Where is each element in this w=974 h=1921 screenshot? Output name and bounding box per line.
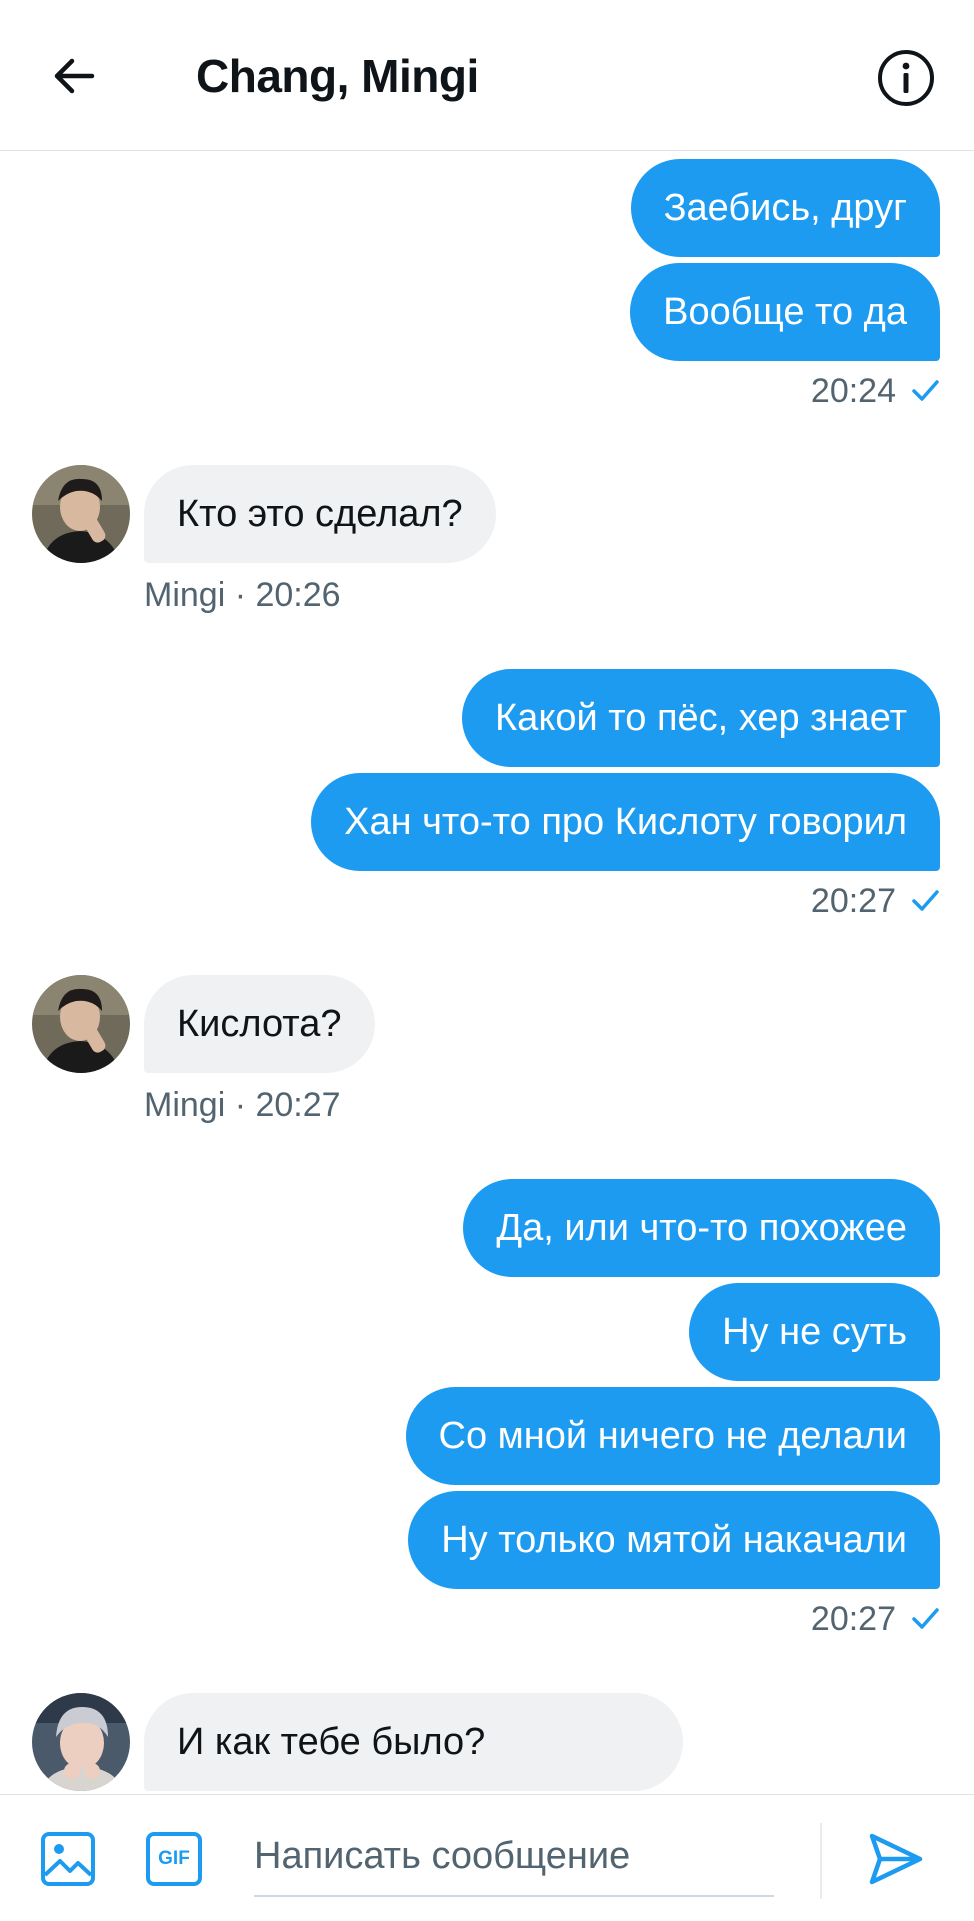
gif-label: GIF [158, 1848, 190, 1869]
image-icon [41, 1832, 95, 1886]
conversation-title[interactable]: Chang, Mingi [196, 48, 479, 104]
add-image-button[interactable] [38, 1829, 98, 1889]
timestamp-text: 20:27 [810, 1599, 896, 1638]
outgoing-message[interactable]: Какой то пёс, хер знает [462, 669, 940, 767]
incoming-message[interactable]: И как тебе было? [144, 1693, 683, 1791]
send-button[interactable] [866, 1829, 926, 1889]
composer-bar: GIF [0, 1794, 974, 1921]
message-list[interactable]: Заебись, друг Вообще то да 20:24 Кто это… [0, 151, 974, 1794]
divider [820, 1823, 822, 1899]
message-timestamp: 20:27 [811, 1595, 940, 1643]
arrow-left-icon [54, 58, 95, 94]
message-input[interactable] [254, 1817, 774, 1897]
timestamp-text: 20:24 [810, 371, 896, 410]
outgoing-message[interactable]: Ну только мятой накачали [408, 1491, 940, 1589]
check-icon [912, 890, 939, 911]
timestamp-text: 20:27 [810, 881, 896, 920]
add-gif-button[interactable]: GIF [144, 1829, 204, 1889]
avatar-image [32, 1693, 130, 1791]
send-icon [869, 1833, 923, 1885]
avatar-image [32, 975, 130, 1073]
outgoing-message[interactable]: Заебись, друг [630, 159, 940, 257]
back-button[interactable] [44, 46, 104, 106]
message-timestamp: 20:27 [811, 877, 940, 925]
avatar[interactable] [32, 975, 130, 1073]
outgoing-message[interactable]: Со мной ничего не делали [405, 1387, 940, 1485]
avatar[interactable] [32, 1693, 130, 1791]
outgoing-message[interactable]: Ну не суть [689, 1283, 940, 1381]
check-icon [912, 380, 939, 401]
conversation-header: Chang, Mingi [0, 0, 974, 151]
incoming-message[interactable]: Кислота? [144, 975, 375, 1073]
check-icon [912, 1608, 939, 1629]
info-icon [878, 50, 934, 106]
avatar[interactable] [32, 465, 130, 563]
message-timestamp: 20:24 [811, 367, 940, 415]
info-button[interactable] [876, 48, 936, 108]
sender-timestamp: Mingi · 20:26 [144, 576, 341, 614]
outgoing-message[interactable]: Вообще то да [630, 263, 940, 361]
sender-timestamp: Mingi · 20:27 [144, 1086, 341, 1124]
outgoing-message[interactable]: Хан что-то про Кислоту говорил [311, 773, 940, 871]
outgoing-message[interactable]: Да, или что-то похожее [463, 1179, 940, 1277]
avatar-image [32, 465, 130, 563]
incoming-message[interactable]: Кто это сделал? [144, 465, 496, 563]
